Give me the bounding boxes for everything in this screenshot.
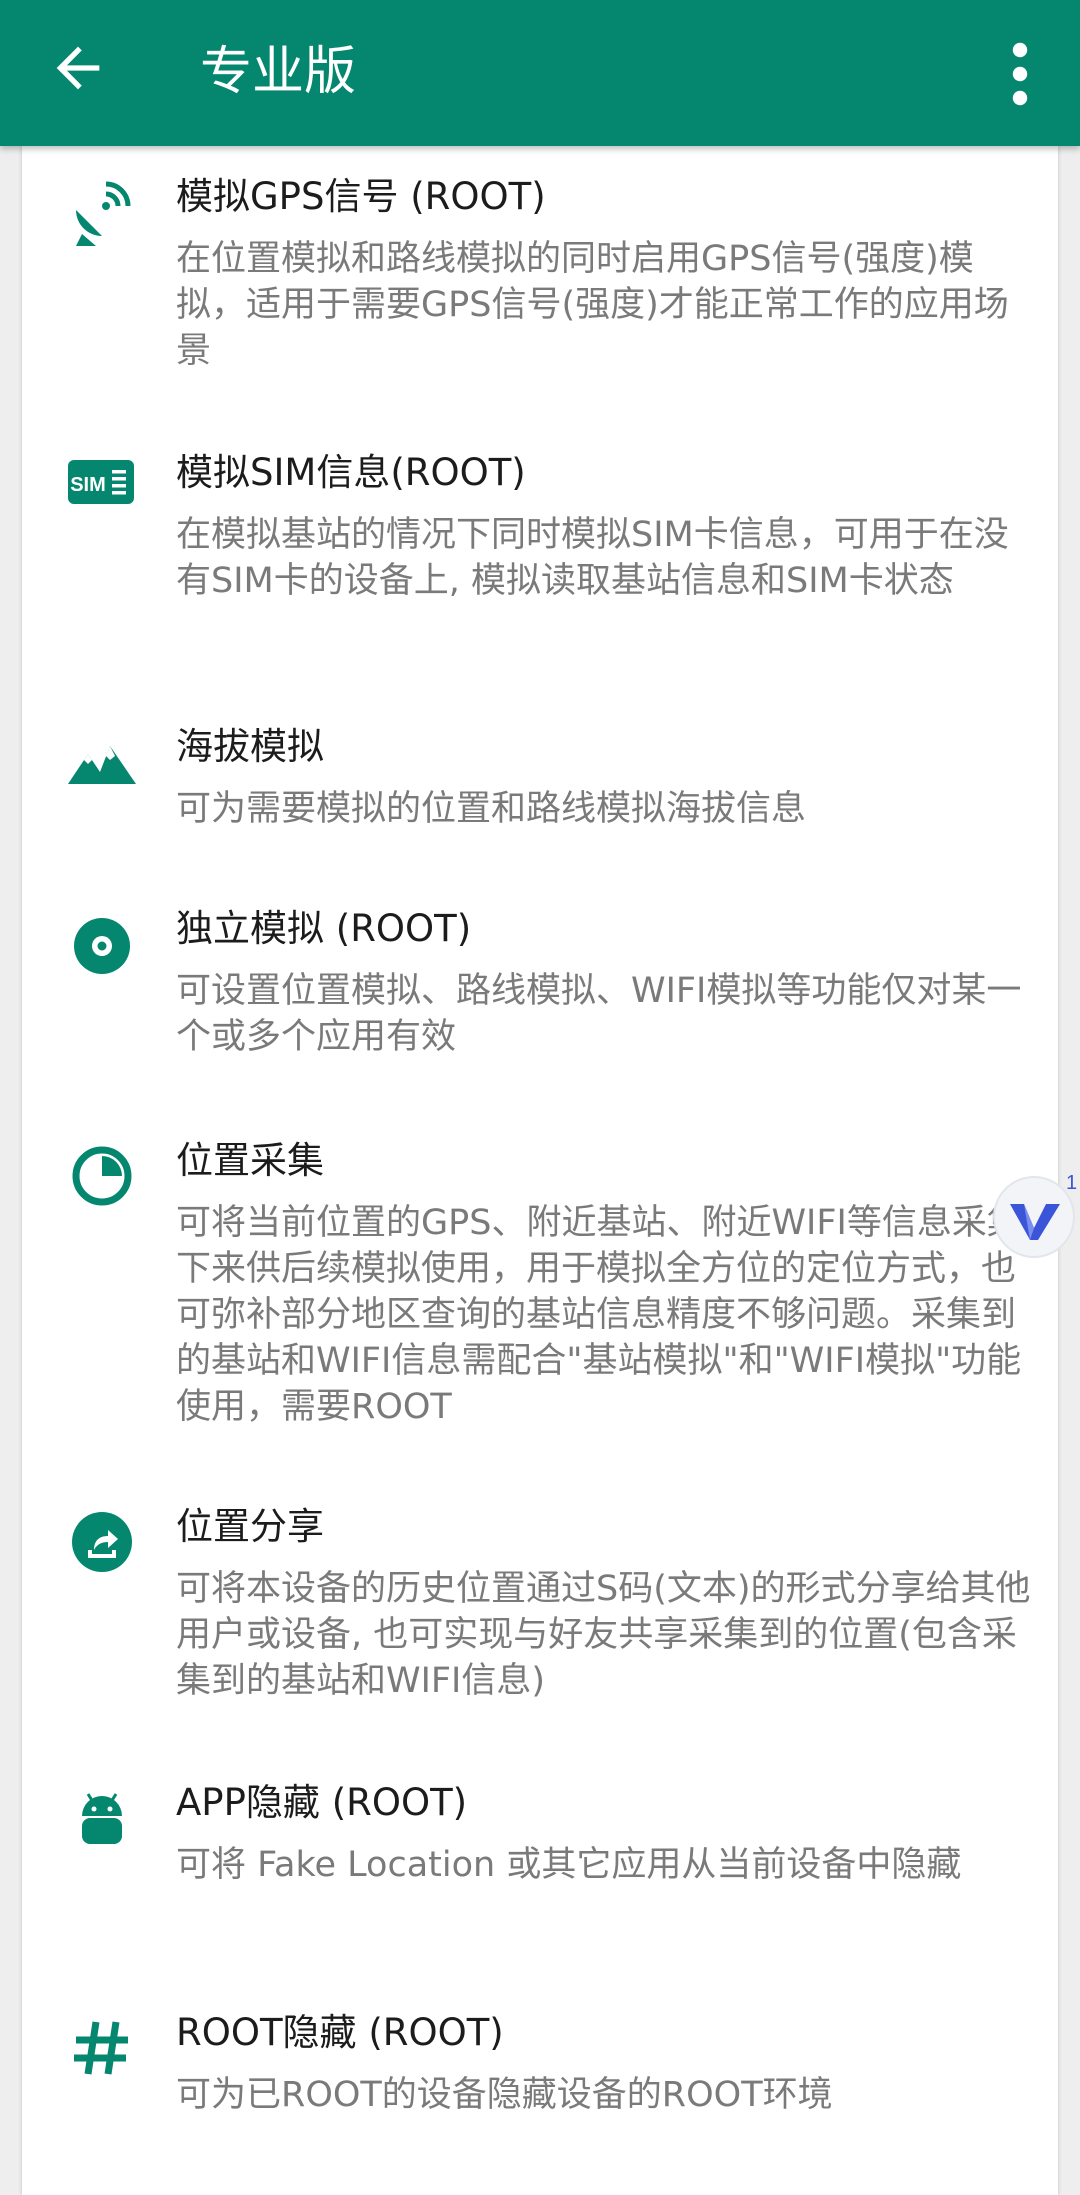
item-title: 模拟SIM信息(ROOT) xyxy=(176,451,526,494)
item-description: 在位置模拟和路线模拟的同时启用GPS信号(强度)模拟，适用于需要GPS信号(强度… xyxy=(176,239,1009,371)
item-description: 可将当前位置的GPS、附近基站、附近WIFI等信息采集下来供后续模拟使用，用于模… xyxy=(176,1203,1022,1427)
hash-icon xyxy=(74,2021,128,2075)
list-item-altitude[interactable]: 海拔模拟 可为需要模拟的位置和路线模拟海拔信息 xyxy=(22,722,1058,862)
android-icon xyxy=(82,1793,122,1844)
item-description: 可为需要模拟的位置和路线模拟海拔信息 xyxy=(176,789,807,829)
target-circle-icon xyxy=(74,918,130,974)
list-item-app-hide[interactable]: APP隐藏 (ROOT) 可将 Fake Location 或其它应用从当前设备… xyxy=(22,1778,1058,1978)
item-description: 在模拟基站的情况下同时模拟SIM卡信息，可用于在没有SIM卡的设备上, 模拟读取… xyxy=(176,515,1009,601)
item-title: 位置采集 xyxy=(176,1139,324,1182)
item-title: 位置分享 xyxy=(176,1505,324,1548)
item-description: 可将本设备的历史位置通过S码(文本)的形式分享给其他用户或设备, 也可实现与好友… xyxy=(176,1569,1031,1701)
satellite-dish-icon xyxy=(76,181,131,246)
item-title: 海拔模拟 xyxy=(176,725,324,768)
item-title: 模拟GPS信号 (ROOT) xyxy=(176,175,546,218)
page-title: 专业版 xyxy=(200,42,357,102)
pie-chart-icon xyxy=(72,1146,132,1206)
badge-count: 1 xyxy=(1066,1172,1078,1194)
list-item-gps-signal[interactable]: 模拟GPS信号 (ROOT) 在位置模拟和路线模拟的同时启用GPS信号(强度)模… xyxy=(22,172,1058,422)
item-title: 独立模拟 (ROOT) xyxy=(176,907,472,950)
sim-card-icon: SIM xyxy=(68,460,134,504)
item-description: 可为已ROOT的设备隐藏设备的ROOT环境 xyxy=(176,2075,833,2115)
more-vert-icon[interactable] xyxy=(996,38,1044,110)
app-bar: 专业版 xyxy=(0,0,1080,146)
list-item-sim-info[interactable]: SIM 模拟SIM信息(ROOT) 在模拟基站的情况下同时模拟SIM卡信息，可用… xyxy=(22,448,1058,698)
item-title: ROOT隐藏 (ROOT) xyxy=(176,2011,504,2054)
mountains-icon xyxy=(68,746,136,784)
list-item-location-share[interactable]: 位置分享 可将本设备的历史位置通过S码(文本)的形式分享给其他用户或设备, 也可… xyxy=(22,1502,1058,1742)
item-description: 可将 Fake Location 或其它应用从当前设备中隐藏 xyxy=(176,1845,962,1885)
item-title: APP隐藏 (ROOT) xyxy=(176,1781,468,1824)
floating-assistant-badge[interactable]: 1 xyxy=(990,1172,1080,1262)
arrow-left-icon[interactable] xyxy=(46,36,110,100)
share-icon xyxy=(72,1512,132,1572)
svg-text:SIM: SIM xyxy=(70,474,106,496)
list-item-root-hide[interactable]: ROOT隐藏 (ROOT) 可为已ROOT的设备隐藏设备的ROOT环境 xyxy=(22,2008,1058,2148)
list-item-independent-mock[interactable]: 独立模拟 (ROOT) 可设置位置模拟、路线模拟、WIFI模拟等功能仅对某一个或… xyxy=(22,904,1058,1084)
feature-list: 模拟GPS信号 (ROOT) 在位置模拟和路线模拟的同时启用GPS信号(强度)模… xyxy=(22,146,1058,2195)
item-description: 可设置位置模拟、路线模拟、WIFI模拟等功能仅对某一个或多个应用有效 xyxy=(176,971,1022,1057)
list-item-location-collect[interactable]: 位置采集 可将当前位置的GPS、附近基站、附近WIFI等信息采集下来供后续模拟使… xyxy=(22,1136,1058,1456)
